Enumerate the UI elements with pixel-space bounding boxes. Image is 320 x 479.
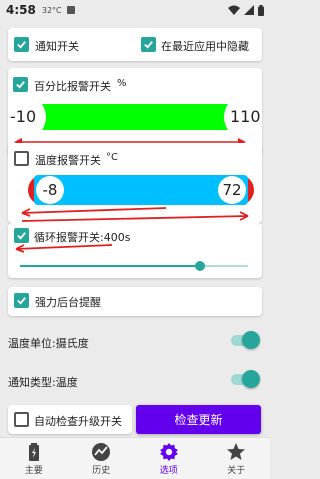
star-icon [227, 442, 246, 460]
status-temperature: 32°C [41, 5, 62, 15]
check-update-label: 检查更新 [174, 413, 223, 427]
notify-type-label: 通知类型:温度 [8, 376, 78, 389]
force-reminder-label: 强力后台提醒 [35, 296, 101, 309]
percent-max-value: 110 [230, 107, 261, 126]
force-reminder-card: 强力后台提醒 [8, 287, 262, 316]
chart-icon [92, 442, 111, 461]
percent-alarm-label: 百分比报警开关 [34, 80, 111, 93]
check-icon [16, 81, 25, 89]
wifi-icon [228, 5, 240, 15]
temp-max-value: 72 [222, 181, 242, 199]
percent-range-bar[interactable] [8, 98, 262, 148]
percent-min-value: -10 [10, 107, 37, 126]
check-icon [144, 41, 153, 49]
temp-min-value: -8 [42, 181, 58, 199]
temp-alarm-label: 温度报警开关 [35, 154, 101, 167]
check-update-button[interactable]: 检查更新 [136, 405, 261, 434]
nav-item-history[interactable]: 历史 [68, 438, 136, 479]
loop-slider-thumb[interactable] [195, 261, 206, 271]
temp-range-bar[interactable]: -8 72 [28, 175, 254, 205]
loop-slider-fill [20, 265, 201, 267]
status-bar: 4:58 32°C [0, 0, 270, 20]
nav-item-about[interactable]: 关于 [203, 438, 271, 479]
signal-icon [244, 5, 254, 15]
temp-unit: °C [106, 152, 118, 163]
nav-label-main: 主要 [24, 465, 43, 476]
nav-label-about: 关于 [227, 465, 246, 476]
notify-switch-checkbox[interactable] [14, 37, 29, 52]
notify-switch-label: 通知开关 [35, 40, 79, 53]
temp-max-knob[interactable]: 72 [218, 176, 246, 204]
notify-type-toggle[interactable] [228, 370, 260, 388]
temp-unit-toggle[interactable] [228, 331, 260, 349]
check-icon [17, 232, 26, 240]
loop-alarm-card: 循环报警开关:400s [8, 223, 262, 278]
loop-interval-slider[interactable] [20, 260, 248, 272]
auto-check-checkbox[interactable] [14, 412, 29, 427]
percent-alarm-checkbox[interactable] [13, 77, 28, 92]
nav-item-options[interactable]: 选项 [135, 438, 203, 479]
temp-alarm-checkbox[interactable] [14, 151, 29, 166]
status-time: 4:58 [6, 3, 36, 17]
battery-icon [28, 442, 39, 461]
check-icon [17, 297, 26, 305]
check-icon [17, 41, 26, 49]
notification-icon [66, 6, 75, 14]
hide-recent-checkbox[interactable] [141, 37, 156, 52]
hide-recent-label: 在最近应用中隐藏 [161, 40, 249, 53]
auto-update-card: 自动检查升级开关 [8, 405, 132, 434]
bottom-navigation: 主要 历史 选项 关于 [0, 437, 270, 479]
gear-icon [159, 442, 178, 461]
nav-item-main[interactable]: 主要 [0, 438, 68, 479]
notify-card: 通知开关 在最近应用中隐藏 [8, 28, 262, 61]
temp-min-knob[interactable]: -8 [36, 176, 64, 204]
auto-check-label: 自动检查升级开关 [34, 415, 122, 428]
temp-unit-label: 温度单位:摄氏度 [8, 337, 89, 350]
battery-icon [258, 4, 264, 16]
temp-alarm-card: 温度报警开关 °C -8 72 [8, 143, 262, 223]
nav-label-options: 选项 [159, 465, 178, 476]
nav-label-history: 历史 [92, 465, 111, 476]
force-reminder-checkbox[interactable] [14, 293, 29, 308]
loop-alarm-checkbox[interactable] [14, 228, 29, 243]
percent-unit: % [117, 78, 127, 89]
loop-alarm-label: 循环报警开关:400s [34, 231, 131, 244]
